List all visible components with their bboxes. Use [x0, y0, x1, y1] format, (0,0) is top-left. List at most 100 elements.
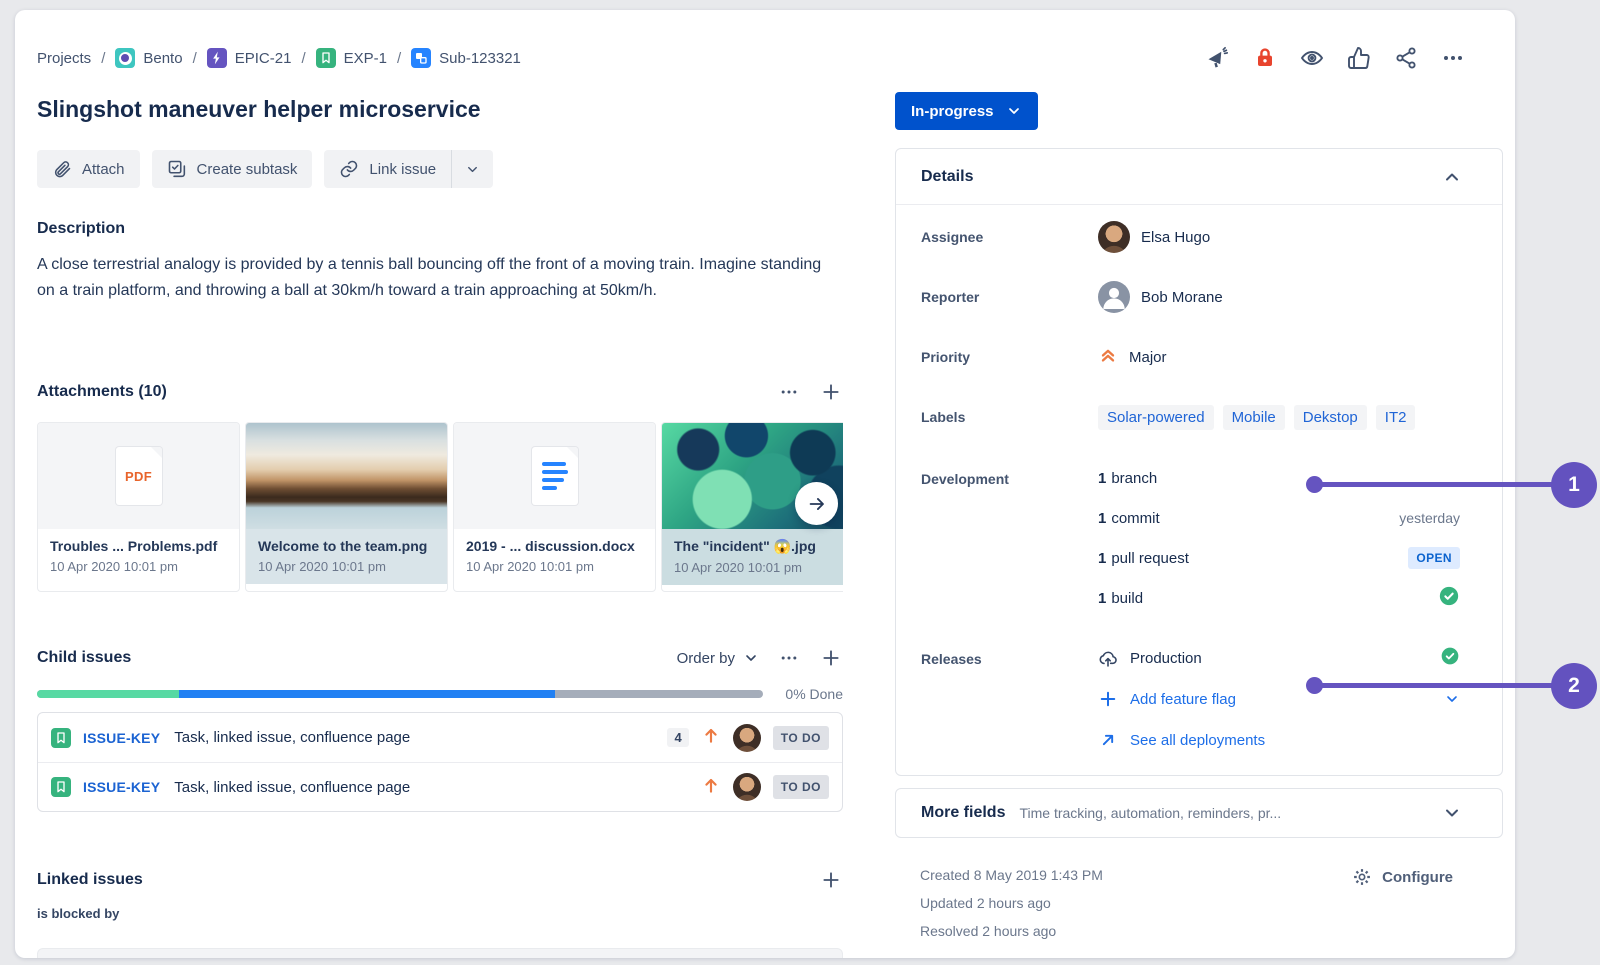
callout-2-marker: 2: [1551, 663, 1597, 709]
label-pill[interactable]: Mobile: [1222, 404, 1285, 430]
label-pill[interactable]: Dekstop: [1293, 404, 1367, 430]
details-header[interactable]: Details: [896, 149, 1502, 205]
main-column: Projects / Bento / EPIC-21 / EXP-1 / Sub…: [37, 10, 843, 958]
child-issues-more-icon[interactable]: [777, 646, 801, 670]
attachments-list: PDF Troubles ... Problems.pdf 10 Apr 202…: [37, 422, 843, 592]
assignee-name: Elsa Hugo: [1141, 228, 1211, 246]
attachment-card[interactable]: PDF Troubles ... Problems.pdf 10 Apr 202…: [37, 422, 240, 592]
attachment-caption: Welcome to the team.png 10 Apr 2020 10:0…: [246, 529, 447, 584]
link-issue-split-button: Link issue: [324, 150, 494, 188]
breadcrumb-separator: /: [301, 49, 306, 67]
assignee-label: Assignee: [921, 229, 984, 245]
child-issues-header: Child issues Order by: [37, 646, 843, 670]
breadcrumb-separator: /: [101, 49, 106, 67]
callout-2-line: [1314, 683, 1554, 688]
link-relation-label: is blocked by: [37, 906, 120, 921]
breadcrumb-subtask[interactable]: Sub-123321: [411, 48, 521, 68]
attach-button[interactable]: Attach: [37, 150, 140, 188]
configure-button[interactable]: Configure: [1352, 867, 1453, 887]
updated-timestamp: Updated 2 hours ago: [920, 895, 1051, 911]
chevron-down-icon[interactable]: [1444, 691, 1460, 707]
order-by-dropdown[interactable]: Order by: [677, 650, 759, 667]
dev-pull-request-link[interactable]: pull request: [1111, 550, 1189, 567]
chevron-down-icon: [746, 655, 756, 661]
callout-1-marker: 1: [1551, 462, 1597, 508]
add-feature-flag-link[interactable]: Add feature flag: [1130, 691, 1236, 708]
chevron-up-icon[interactable]: [1442, 167, 1462, 187]
commit-time-label: yesterday: [1399, 510, 1460, 526]
paperclip-icon: [54, 161, 71, 178]
issue-key-link[interactable]: ISSUE-KEY: [83, 730, 160, 746]
attachment-card[interactable]: Welcome to the team.png 10 Apr 2020 10:0…: [245, 422, 448, 592]
priority-major-icon: [1098, 345, 1118, 369]
breadcrumb-story[interactable]: EXP-1: [315, 48, 387, 68]
project-avatar-icon: [115, 48, 136, 68]
more-fields-panel[interactable]: More fields Time tracking, automation, r…: [895, 788, 1503, 838]
linked-issues-add-icon[interactable]: [819, 868, 843, 892]
priority-value[interactable]: Major: [1098, 345, 1460, 369]
link-issue-button[interactable]: Link issue: [324, 150, 452, 188]
created-timestamp: Created 8 May 2019 1:43 PM: [920, 867, 1103, 883]
dev-commit-link[interactable]: commit: [1111, 510, 1159, 527]
attachments-scroll-next-button[interactable]: [795, 482, 838, 525]
label-pill[interactable]: Solar-powered: [1098, 404, 1214, 430]
label-pill[interactable]: IT2: [1375, 404, 1416, 430]
linked-issue-row-partial[interactable]: [37, 948, 843, 958]
release-name[interactable]: Production: [1130, 650, 1202, 667]
callout-1-dot: [1306, 476, 1323, 493]
releases-label: Releases: [921, 651, 982, 667]
linked-issues-header: Linked issues: [37, 868, 843, 892]
breadcrumb-epic[interactable]: EPIC-21: [206, 48, 291, 68]
reporter-value[interactable]: Bob Morane: [1098, 281, 1460, 313]
pull-request-open-badge: OPEN: [1408, 547, 1460, 569]
pdf-badge: PDF: [125, 468, 152, 484]
issue-count-badge: 4: [667, 728, 689, 747]
breadcrumb-label: Projects: [37, 49, 92, 67]
build-success-icon: [1438, 585, 1460, 611]
arrow-up-right-icon: [1102, 734, 1114, 746]
assignee-avatar[interactable]: [732, 773, 761, 801]
dev-branch-link[interactable]: branch: [1111, 470, 1157, 487]
plus-icon: [1100, 691, 1116, 707]
assignee-avatar[interactable]: [732, 723, 761, 752]
child-issue-row[interactable]: ISSUE-KEY Task, linked issue, confluence…: [38, 762, 842, 811]
cloud-upload-icon: [1099, 651, 1117, 667]
resolved-timestamp: Resolved 2 hours ago: [920, 923, 1057, 939]
attachment-date: 10 Apr 2020 10:01 pm: [258, 559, 386, 574]
child-progress-row: 0% Done: [37, 686, 843, 702]
breadcrumb-project-bento[interactable]: Bento: [115, 48, 183, 68]
labels-label: Labels: [921, 409, 966, 425]
assignee-row: Assignee Elsa Hugo: [921, 215, 1460, 259]
dev-count: 1: [1098, 509, 1107, 527]
attachments-more-icon[interactable]: [777, 380, 801, 404]
more-fields-heading: More fields: [921, 804, 1006, 821]
see-all-deployments-link[interactable]: See all deployments: [1130, 732, 1265, 749]
see-all-deployments-row: See all deployments: [1098, 725, 1460, 755]
priority-row: Priority Major: [921, 335, 1460, 379]
dev-build-link[interactable]: build: [1111, 590, 1143, 607]
link-issue-more-button[interactable]: [451, 150, 494, 188]
assignee-avatar: [1098, 221, 1130, 253]
attachment-filename: The "incident" 😱.jpg: [674, 538, 816, 554]
dev-branch-row: 1 branch: [1098, 463, 1460, 493]
attachments-heading: Attachments (10): [37, 383, 167, 400]
page-title: Slingshot maneuver helper microservice: [37, 96, 481, 122]
doc-file-icon: [531, 447, 578, 505]
description-heading: Description: [37, 220, 126, 237]
reporter-row: Reporter Bob Morane: [921, 275, 1460, 319]
attachments-add-icon[interactable]: [819, 380, 843, 404]
breadcrumb-projects[interactable]: Projects: [37, 50, 91, 67]
assignee-value[interactable]: Elsa Hugo: [1098, 221, 1460, 253]
attachment-date: 10 Apr 2020 10:01 pm: [466, 559, 594, 574]
issue-key-link[interactable]: ISSUE-KEY: [83, 779, 160, 795]
order-by-label: Order by: [676, 649, 735, 667]
progress-segment-blue: [179, 690, 556, 698]
more-fields-summary: Time tracking, automation, reminders, pr…: [1019, 805, 1282, 821]
child-issues-add-icon[interactable]: [819, 646, 843, 670]
attachment-card[interactable]: 2019 - ... discussion.docx 10 Apr 2020 1…: [453, 422, 656, 592]
create-subtask-button[interactable]: Create subtask: [151, 150, 313, 188]
breadcrumb-label: EXP-1: [343, 49, 387, 67]
child-issue-row[interactable]: ISSUE-KEY Task, linked issue, confluence…: [38, 713, 842, 762]
child-issues-heading: Child issues: [37, 649, 132, 666]
status-dropdown-button[interactable]: In-progress: [895, 92, 1038, 130]
